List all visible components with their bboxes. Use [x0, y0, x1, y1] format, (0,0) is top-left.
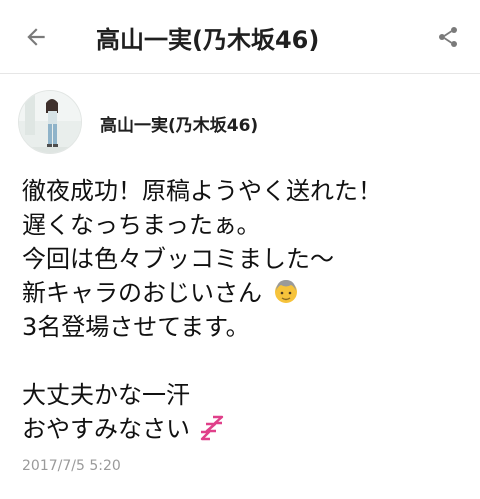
page-title: 高山一実(乃木坂46) — [96, 26, 320, 54]
avatar[interactable] — [18, 90, 82, 154]
author-row[interactable]: 高山一実(乃木坂46) — [18, 90, 468, 160]
post-body: 徹夜成功！原稿ようやく送れた！ 遅くなっちまったぁ。 今回は色々ブッコミました〜… — [22, 174, 462, 446]
post-line-5: 3名登場させてます。 — [22, 313, 250, 341]
post-timestamp: 2017/7/5 5:20 — [22, 458, 121, 474]
author-name[interactable]: 高山一実(乃木坂46) — [100, 111, 258, 136]
zzz-emoji — [200, 415, 224, 450]
arrow-left-icon — [27, 28, 45, 46]
top-app-bar: 高山一実(乃木坂46) — [0, 0, 480, 74]
back-button[interactable] — [14, 17, 58, 57]
post-line-4-text: 新キャラのおじいさん — [22, 279, 262, 307]
post-line-1: 徹夜成功！原稿ようやく送れた！ — [22, 177, 382, 205]
share-button[interactable] — [428, 17, 468, 57]
post-line-3: 今回は色々ブッコミました〜 — [22, 245, 334, 273]
post-line-2: 遅くなっちまったぁ。 — [22, 211, 261, 239]
older-man-emoji — [272, 277, 300, 314]
avatar-photo — [19, 91, 81, 153]
post-line-7: 大丈夫かな一汗 — [22, 381, 190, 409]
post-line-8: おやすみなさい — [22, 412, 462, 446]
blog-post-screen: 高山一実(乃木坂46) 高山一実(乃木坂46) 徹夜成功！原稿ようやく送れた！ … — [0, 0, 480, 499]
post-line-4: 新キャラのおじいさん — [22, 276, 462, 310]
post-line-8-text: おやすみなさい — [22, 415, 190, 443]
share-icon — [439, 27, 457, 47]
